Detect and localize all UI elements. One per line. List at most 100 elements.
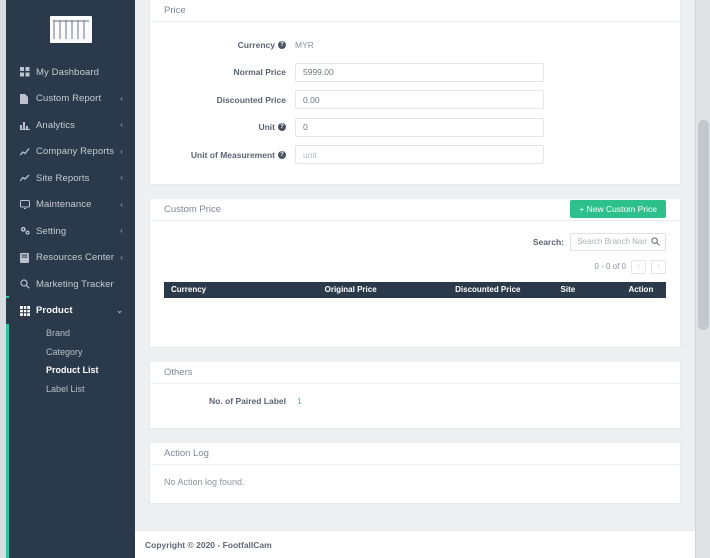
panel-title: Action Log — [164, 447, 209, 459]
sidebar-subitem-product-list[interactable]: Product List — [6, 361, 135, 380]
sidebar-subitem-label-list[interactable]: Label List — [6, 380, 135, 399]
action-log-panel: Action Log No Action log found. — [149, 442, 681, 504]
table-header-row: Currency Original Price Discounted Price… — [164, 281, 666, 298]
sidebar-active-accent-bar — [6, 296, 9, 558]
app-root: My Dashboard Custom Report ‹ Analytics ‹ — [0, 0, 710, 558]
unit-of-measurement-label: Unit of Measurement ? — [150, 150, 295, 160]
column-header-currency[interactable]: Currency — [164, 281, 325, 298]
search-box[interactable] — [570, 232, 666, 251]
unit-label: Unit ? — [150, 122, 295, 132]
trend-chart-icon — [20, 173, 34, 183]
currency-label: Currency ? — [150, 40, 295, 50]
chevron-down-icon: ⌄ — [116, 305, 123, 315]
paired-label-count-link[interactable]: 1 — [295, 396, 302, 406]
field-row-normal-price: Normal Price — [150, 59, 680, 87]
sidebar-item-label: Product — [36, 305, 73, 317]
sidebar-item-site-reports[interactable]: Site Reports ‹ — [6, 165, 135, 192]
normal-price-label: Normal Price — [150, 67, 295, 77]
sidebar-subitem-category[interactable]: Category — [6, 343, 135, 362]
price-panel-header: Price — [150, 0, 680, 22]
others-panel-body: No. of Paired Label 1 — [150, 384, 680, 428]
column-header-action[interactable]: Action — [615, 281, 666, 298]
pagination-next-button[interactable]: › — [651, 259, 666, 274]
chevron-left-icon: ‹ — [120, 120, 123, 130]
chevron-left-icon: ‹ — [120, 199, 123, 209]
sidebar-item-company-reports[interactable]: Company Reports ‹ — [6, 139, 135, 166]
unit-input[interactable] — [295, 117, 544, 137]
field-row-unit-of-measurement: Unit of Measurement ? — [150, 141, 680, 169]
new-custom-price-button[interactable]: + New Custom Price — [570, 200, 666, 218]
chevron-left-icon: ‹ — [120, 93, 123, 103]
field-row-currency: Currency ? MYR — [150, 31, 680, 59]
gears-icon — [20, 226, 34, 236]
panel-title: Custom Price — [164, 203, 222, 215]
sidebar-item-label: Setting — [36, 225, 67, 237]
field-label-text: Currency — [237, 39, 275, 50]
sidebar-item-label: Custom Report — [36, 93, 102, 105]
sidebar-item-maintenance[interactable]: Maintenance ‹ — [6, 192, 135, 219]
sidebar-subitem-label: Brand — [46, 328, 71, 339]
sidebar-item-label: Maintenance — [36, 199, 92, 211]
pagination-prev-button[interactable]: ‹ — [631, 259, 646, 274]
sidebar-item-label: Marketing Tracker — [36, 278, 114, 290]
sidebar-item-setting[interactable]: Setting ‹ — [6, 218, 135, 245]
sidebar-item-marketing-tracker[interactable]: Marketing Tracker — [6, 271, 135, 298]
column-header-original-price[interactable]: Original Price — [324, 281, 456, 298]
sidebar-subitem-label: Category — [46, 346, 83, 357]
field-row-discounted-price: Discounted Price — [150, 86, 680, 114]
panel-title: Price — [164, 5, 186, 16]
sidebar-item-custom-report[interactable]: Custom Report ‹ — [6, 86, 135, 113]
document-icon — [20, 93, 34, 104]
table-empty-area — [164, 298, 666, 325]
footer: Copyright © 2020 - FootfallCam — [135, 530, 695, 558]
help-icon[interactable]: ? — [278, 40, 286, 49]
search-icon — [20, 279, 34, 289]
sidebar-item-resources-center[interactable]: Resources Center ‹ — [6, 245, 135, 272]
sidebar-subitem-label: Product List — [46, 365, 99, 376]
page-scrollbar[interactable] — [695, 0, 710, 558]
unit-of-measurement-input[interactable] — [295, 145, 544, 165]
chevron-left-icon: ‹ — [120, 252, 123, 262]
currency-value: MYR — [295, 39, 314, 50]
field-label-text: Normal Price — [233, 67, 286, 78]
chevron-left-icon: ‹ — [120, 173, 123, 183]
column-header-discounted-price[interactable]: Discounted Price — [455, 281, 561, 298]
main-content: Price Currency ? MYR Normal Price 5999.0… — [135, 0, 695, 558]
sidebar-item-label: My Dashboard — [36, 66, 99, 78]
panel-gap — [135, 185, 695, 199]
normal-price-input[interactable] — [295, 62, 544, 82]
sidebar-logo[interactable] — [6, 0, 135, 59]
price-panel-body: Currency ? MYR Normal Price Discounted P… — [150, 22, 680, 184]
sidebar-item-analytics[interactable]: Analytics ‹ — [6, 112, 135, 139]
bar-chart-icon — [20, 120, 34, 131]
scrollbar-thumb[interactable] — [698, 120, 709, 330]
custom-price-panel-body: Search: 0 - 0 of 0 ‹ › — [150, 221, 680, 347]
price-panel: Price Currency ? MYR Normal Price 5999.0… — [149, 0, 681, 185]
magnifier-icon[interactable] — [651, 237, 660, 246]
monitor-icon — [20, 200, 34, 210]
others-panel-header: Others — [150, 362, 680, 384]
field-row-unit: Unit ? — [150, 114, 680, 142]
help-icon[interactable]: ? — [278, 123, 286, 132]
custom-price-search-row: Search: — [164, 232, 666, 251]
paired-label-row: No. of Paired Label 1 — [150, 396, 680, 406]
field-label-text: Unit — [258, 122, 275, 133]
panel-gap — [135, 348, 695, 362]
sidebar-item-my-dashboard[interactable]: My Dashboard — [6, 59, 135, 86]
panel-title: Others — [164, 366, 193, 378]
search-label: Search: — [532, 236, 564, 247]
column-header-site[interactable]: Site — [560, 281, 616, 298]
sidebar-item-product[interactable]: Product ⌄ — [6, 297, 135, 324]
grid-icon — [20, 67, 34, 77]
sidebar-nav: My Dashboard Custom Report ‹ Analytics ‹ — [6, 59, 135, 398]
discounted-price-label: Discounted Price — [150, 95, 295, 105]
custom-price-panel-header: Custom Price + New Custom Price — [150, 199, 680, 221]
discounted-price-input[interactable] — [295, 90, 544, 110]
pagination-row: 0 - 0 of 0 ‹ › — [164, 259, 666, 274]
help-icon[interactable]: ? — [278, 150, 286, 159]
sidebar-item-label: Site Reports — [36, 172, 90, 184]
panel-gap — [135, 429, 695, 443]
sidebar-subitem-brand[interactable]: Brand — [6, 324, 135, 343]
sidebar-item-label: Analytics — [36, 119, 75, 131]
chevron-left-icon: ‹ — [120, 146, 123, 156]
